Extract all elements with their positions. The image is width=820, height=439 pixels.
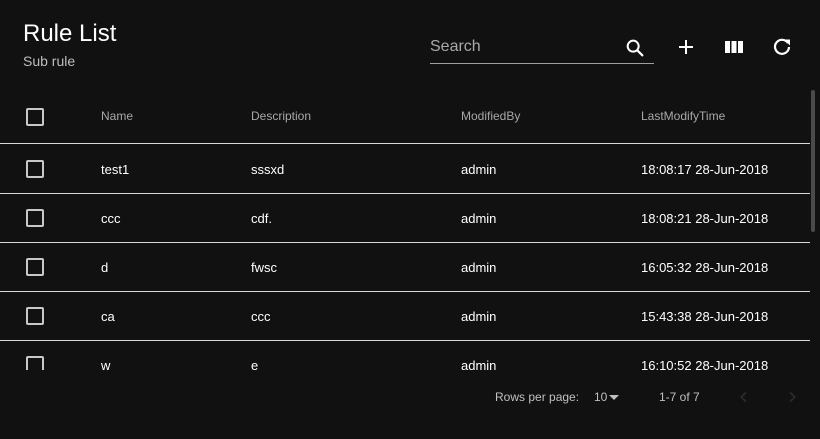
cell-last-modify-time: 18:08:17 28-Jun-2018 (641, 162, 769, 177)
page-title: Rule List (23, 20, 117, 47)
cell-name: ccc (101, 211, 121, 226)
table-header-row: Name Description ModifiedBy LastModifyTi… (0, 90, 810, 144)
cell-modified-by: admin (461, 309, 497, 324)
previous-page-button[interactable] (733, 386, 755, 408)
rule-list-panel: Rule List Sub rule Name Description Modi… (0, 0, 820, 439)
table-scrollbar[interactable] (810, 90, 816, 370)
search-box (430, 34, 654, 64)
table-row[interactable]: w e admin 16:10:52 28-Jun-2018 (0, 341, 810, 370)
cell-description: ccc (251, 309, 271, 324)
dropdown-caret-icon (609, 395, 619, 400)
pagination-bar: Rows per page: 10 1-7 of 7 (0, 370, 820, 424)
table-row[interactable]: ca ccc admin 15:43:38 28-Jun-2018 (0, 292, 810, 341)
rows-per-page-select[interactable]: 10 (594, 388, 624, 406)
row-checkbox[interactable] (26, 160, 44, 178)
add-button[interactable] (674, 35, 698, 59)
cell-description: sssxd (251, 162, 285, 177)
row-checkbox[interactable] (26, 258, 44, 276)
cell-last-modify-time: 16:05:32 28-Jun-2018 (641, 260, 769, 275)
column-header-description[interactable]: Description (251, 109, 311, 123)
row-checkbox[interactable] (26, 209, 44, 227)
page-range-text: 1-7 of 7 (659, 390, 700, 404)
cell-name: test1 (101, 162, 130, 177)
table-row[interactable]: ccc cdf. admin 18:08:21 28-Jun-2018 (0, 194, 810, 243)
view-columns-icon (725, 41, 743, 53)
plus-icon (679, 40, 693, 54)
cell-name: d (101, 260, 109, 275)
cell-name: w (101, 358, 111, 370)
rule-table: Name Description ModifiedBy LastModifyTi… (0, 90, 810, 370)
cell-modified-by: admin (461, 358, 497, 370)
cell-name: ca (101, 309, 115, 324)
select-all-checkbox[interactable] (26, 108, 44, 126)
row-checkbox[interactable] (26, 307, 44, 325)
cell-last-modify-time: 15:43:38 28-Jun-2018 (641, 309, 769, 324)
cell-modified-by: admin (461, 211, 497, 226)
refresh-button[interactable] (770, 35, 794, 59)
cell-description: e (251, 358, 259, 370)
table-row[interactable]: d fwsc admin 16:05:32 28-Jun-2018 (0, 243, 810, 292)
cell-last-modify-time: 16:10:52 28-Jun-2018 (641, 358, 769, 370)
cell-last-modify-time: 18:08:21 28-Jun-2018 (641, 211, 769, 226)
search-icon[interactable] (624, 37, 646, 59)
cell-description: cdf. (251, 211, 272, 226)
rows-per-page-value: 10 (594, 390, 608, 404)
next-page-button[interactable] (781, 386, 803, 408)
search-input[interactable] (430, 34, 615, 60)
view-columns-button[interactable] (722, 35, 746, 59)
cell-modified-by: admin (461, 162, 497, 177)
refresh-icon (773, 38, 791, 55)
column-header-lastmodifytime[interactable]: LastModifyTime (641, 109, 725, 123)
scrollbar-thumb[interactable] (811, 90, 815, 232)
cell-description: fwsc (251, 260, 277, 275)
column-header-name[interactable]: Name (101, 109, 133, 123)
cell-modified-by: admin (461, 260, 497, 275)
row-checkbox[interactable] (26, 356, 44, 370)
toolbar-header: Rule List Sub rule (0, 0, 820, 90)
rows-per-page-label: Rows per page: (495, 390, 580, 404)
page-subtitle: Sub rule (23, 53, 76, 69)
chevron-left-icon (739, 391, 747, 403)
chevron-right-icon (789, 391, 797, 403)
table-row[interactable]: test1 sssxd admin 18:08:17 28-Jun-2018 (0, 145, 810, 194)
column-header-modifiedby[interactable]: ModifiedBy (461, 109, 520, 123)
